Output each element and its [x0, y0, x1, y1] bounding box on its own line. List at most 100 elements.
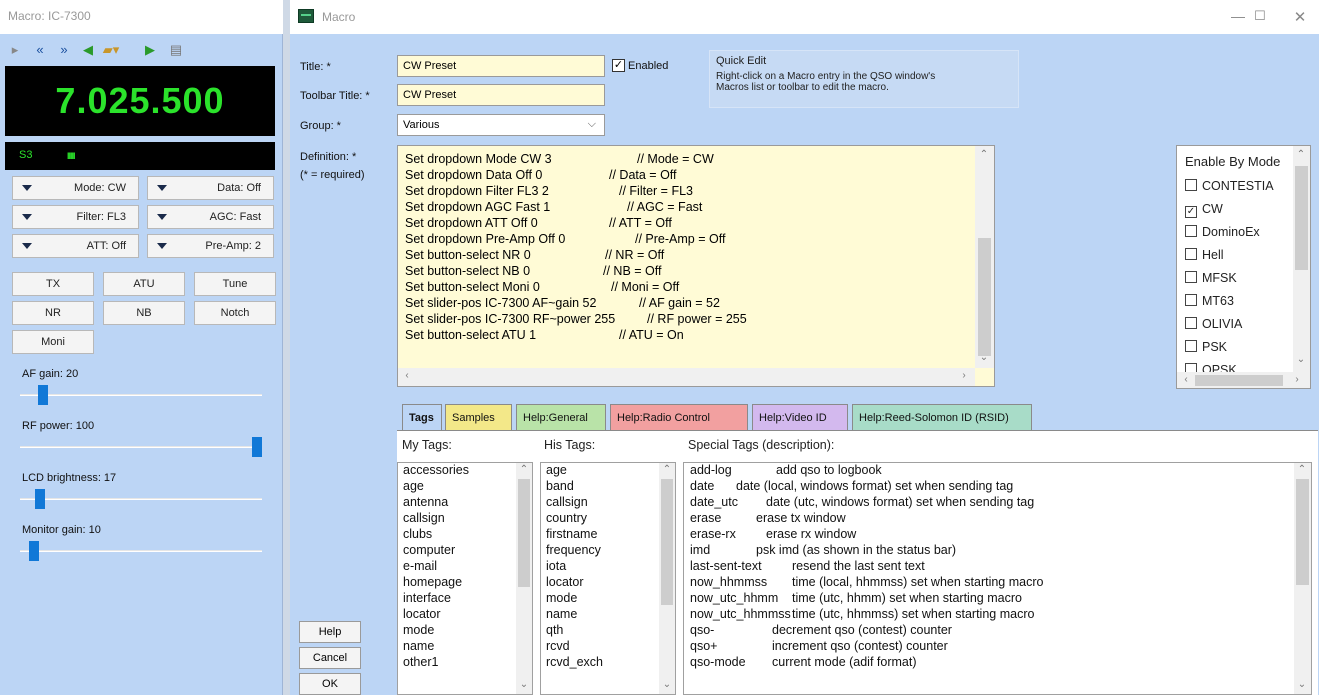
moni-button[interactable]: Moni: [12, 330, 94, 354]
tab-help-radio-control[interactable]: Help:Radio Control: [610, 404, 748, 430]
list-item[interactable]: name: [403, 639, 434, 653]
title-input[interactable]: CW Preset: [397, 55, 605, 77]
mode-item-olivia[interactable]: OLIVIA: [1185, 317, 1242, 331]
help-button[interactable]: Help: [299, 621, 361, 643]
scroll-down-icon[interactable]: ⌄: [1295, 354, 1307, 365]
list-item[interactable]: age: [546, 463, 567, 477]
checkbox-checked-icon[interactable]: ✓: [1185, 206, 1197, 218]
special-tag-row[interactable]: now_utc_hhmmss time (utc, hhmmss) set whe…: [690, 607, 1034, 621]
his-tags-scrollbar[interactable]: ⌃ ⌄: [659, 463, 675, 694]
definition-horizontal-scrollbar[interactable]: ‹ ›: [398, 368, 975, 386]
nr-button[interactable]: NR: [12, 301, 94, 325]
monitor-gain-slider[interactable]: [20, 541, 262, 561]
mode-item-contestia[interactable]: CONTESTIA: [1185, 179, 1274, 193]
scroll-right-icon[interactable]: ›: [958, 370, 970, 381]
list-item[interactable]: country: [546, 511, 587, 525]
list-item[interactable]: mode: [403, 623, 434, 637]
scroll-down-icon[interactable]: ⌄: [978, 352, 990, 363]
maximize-icon[interactable]: ☐: [1250, 8, 1270, 26]
scroll-thumb[interactable]: [518, 479, 530, 587]
scroll-down-icon[interactable]: ⌄: [518, 679, 530, 690]
enabled-checkbox[interactable]: ✓: [612, 59, 625, 72]
slider-thumb[interactable]: [29, 541, 39, 561]
enable-by-mode-list[interactable]: Enable By Mode CONTESTIA ✓ CW DominoEx He…: [1176, 145, 1311, 389]
mode-item-cw[interactable]: ✓ CW: [1185, 202, 1223, 218]
list-item[interactable]: interface: [403, 591, 451, 605]
close-icon[interactable]: ✕: [1290, 8, 1310, 26]
toolbar-title-input[interactable]: CW Preset: [397, 84, 605, 106]
list-item[interactable]: other1: [403, 655, 438, 669]
scroll-right-icon[interactable]: ›: [1291, 374, 1303, 385]
mode-list-scrollbar[interactable]: ⌃ ⌄: [1293, 146, 1310, 372]
filter-dropdown[interactable]: Filter: FL3: [12, 205, 139, 229]
scroll-thumb[interactable]: [1296, 479, 1309, 585]
special-tag-row[interactable]: date date (local, windows format) set whe…: [690, 479, 1013, 493]
special-tag-row[interactable]: qso-decrement qso (contest) counter: [690, 623, 952, 637]
list-item[interactable]: computer: [403, 543, 455, 557]
tab-tags[interactable]: Tags: [402, 404, 442, 430]
checkbox-icon[interactable]: [1185, 225, 1197, 237]
list-item[interactable]: clubs: [403, 527, 432, 541]
special-tag-row[interactable]: qso-mode current mode (adif format): [690, 655, 917, 669]
slider-thumb[interactable]: [38, 385, 48, 405]
list-item[interactable]: homepage: [403, 575, 462, 589]
fast-forward-icon[interactable]: »: [54, 38, 74, 62]
nb-button[interactable]: NB: [103, 301, 185, 325]
checkbox-icon[interactable]: [1185, 248, 1197, 260]
mode-dropdown[interactable]: Mode: CW: [12, 176, 139, 200]
scroll-down-icon[interactable]: ⌄: [1296, 679, 1308, 690]
my-tags-list[interactable]: accessories age antenna callsign clubs c…: [397, 462, 533, 695]
tab-help-reed-solomon-id[interactable]: Help:Reed-Solomon ID (RSID): [852, 404, 1032, 430]
forward-arrow-icon[interactable]: ▶: [142, 38, 158, 62]
special-tag-row[interactable]: erase erase tx window: [690, 511, 846, 525]
special-tag-row[interactable]: last-sent-text resend the last sent text: [690, 559, 925, 573]
checkbox-icon[interactable]: [1185, 340, 1197, 352]
list-item[interactable]: locator: [403, 607, 441, 621]
list-item[interactable]: name: [546, 607, 577, 621]
list-item[interactable]: locator: [546, 575, 584, 589]
ok-button[interactable]: OK: [299, 673, 361, 695]
tab-help-general[interactable]: Help:General: [516, 404, 606, 430]
mode-item-psk[interactable]: PSK: [1185, 340, 1227, 354]
scroll-up-icon[interactable]: ⌃: [1295, 149, 1307, 160]
his-tags-list[interactable]: age band callsign country firstname freq…: [540, 462, 676, 695]
play-icon[interactable]: ▸: [8, 38, 22, 62]
list-item[interactable]: antenna: [403, 495, 448, 509]
back-arrow-icon[interactable]: ◀: [80, 38, 96, 62]
tune-button[interactable]: Tune: [194, 272, 276, 296]
pre-amp-dropdown[interactable]: Pre-Amp: 2: [147, 234, 274, 258]
slider-thumb[interactable]: [252, 437, 262, 457]
special-tags-scrollbar[interactable]: ⌃ ⌄: [1294, 463, 1311, 694]
special-tag-row[interactable]: now_utc_hhmm time (utc, hhmm) set when st…: [690, 591, 1022, 605]
tx-button[interactable]: TX: [12, 272, 94, 296]
checkbox-icon[interactable]: [1185, 363, 1197, 372]
rewind-icon[interactable]: «: [30, 38, 50, 62]
my-tags-scrollbar[interactable]: ⌃ ⌄: [516, 463, 532, 694]
list-item[interactable]: e-mail: [403, 559, 437, 573]
scroll-thumb[interactable]: [661, 479, 673, 605]
scroll-up-icon[interactable]: ⌃: [661, 464, 673, 475]
list-item[interactable]: frequency: [546, 543, 601, 557]
definition-vertical-scrollbar[interactable]: ⌃ ⌄: [975, 146, 994, 368]
mode-item-qpsk[interactable]: QPSK: [1185, 363, 1237, 372]
data-dropdown[interactable]: Data: Off: [147, 176, 274, 200]
special-tag-row[interactable]: add-log add qso to logbook: [690, 463, 882, 477]
list-item[interactable]: callsign: [546, 495, 588, 509]
mode-item-mfsk[interactable]: MFSK: [1185, 271, 1237, 285]
list-item[interactable]: accessories: [403, 463, 469, 477]
scroll-left-icon[interactable]: ‹: [401, 370, 413, 381]
special-tag-row[interactable]: qso+ increment qso (contest) counter: [690, 639, 948, 653]
scroll-down-icon[interactable]: ⌄: [661, 679, 673, 690]
definition-editor[interactable]: Set dropdown Mode CW 3// Mode = CW Set d…: [397, 145, 995, 387]
settings-window-icon[interactable]: ▤: [166, 38, 186, 62]
list-item[interactable]: callsign: [403, 511, 445, 525]
mode-item-dominoex[interactable]: DominoEx: [1185, 225, 1260, 239]
scroll-up-icon[interactable]: ⌃: [518, 464, 530, 475]
minimize-icon[interactable]: —: [1228, 8, 1248, 26]
atu-button[interactable]: ATU: [103, 272, 185, 296]
mode-item-mt63[interactable]: MT63: [1185, 294, 1234, 308]
checkbox-icon[interactable]: [1185, 317, 1197, 329]
mode-list-horizontal-scrollbar[interactable]: ‹ ›: [1177, 372, 1310, 388]
checkbox-icon[interactable]: [1185, 271, 1197, 283]
special-tags-list[interactable]: add-log add qso to logbook date date (loca…: [683, 462, 1312, 695]
